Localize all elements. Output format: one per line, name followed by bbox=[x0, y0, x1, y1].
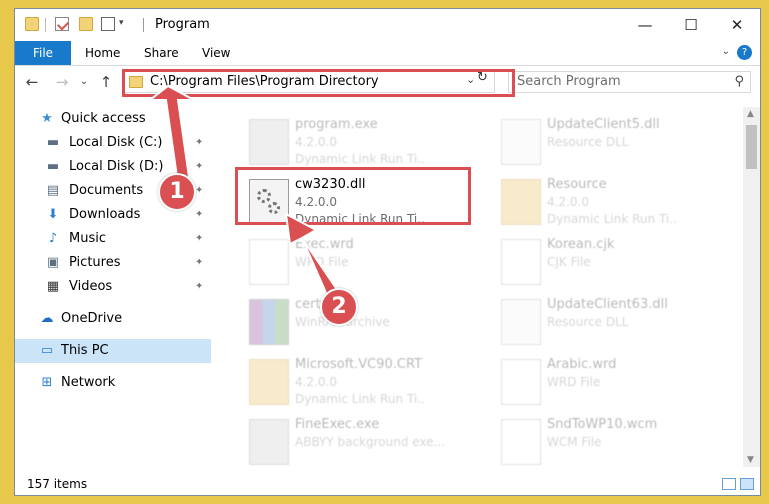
callout-step-2: 2 bbox=[320, 288, 358, 326]
callout-step-1: 1 bbox=[158, 173, 196, 211]
tutorial-arrows bbox=[147, 84, 342, 304]
arrow-1 bbox=[147, 84, 195, 185]
